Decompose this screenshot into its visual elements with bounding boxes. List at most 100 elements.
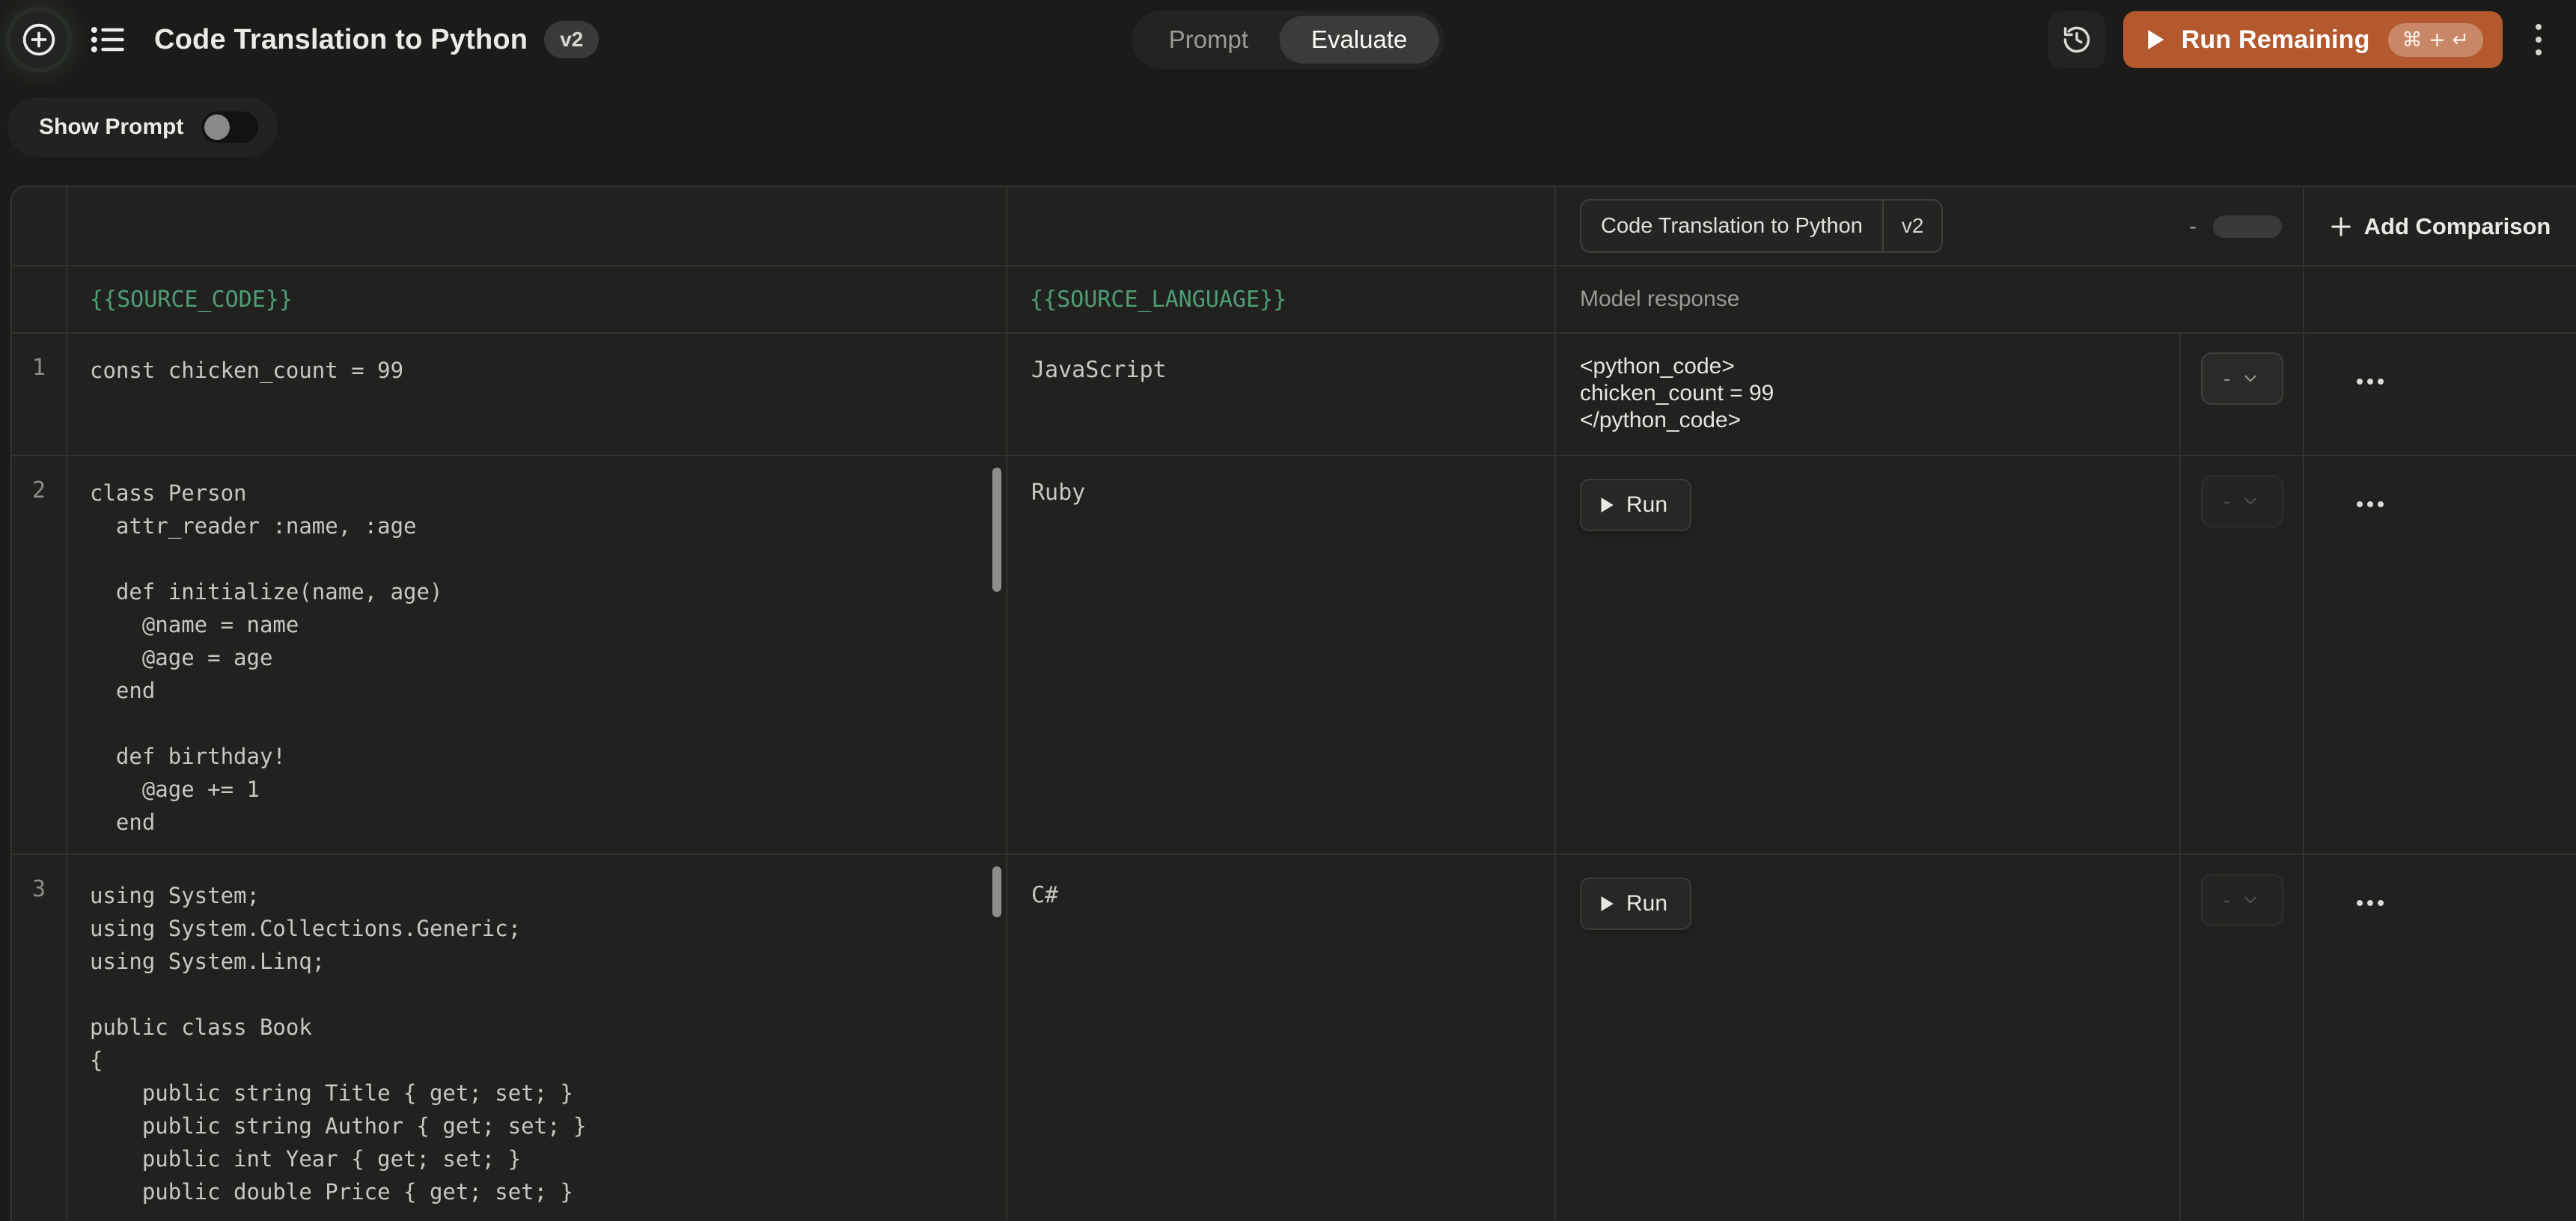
row-number: 3 bbox=[12, 855, 67, 1221]
source-language-value: JavaScript bbox=[1007, 334, 1554, 402]
play-icon bbox=[1599, 895, 1614, 913]
list-icon bbox=[88, 20, 127, 59]
grade-dropdown[interactable]: - bbox=[2201, 874, 2283, 926]
history-icon bbox=[2060, 23, 2093, 56]
prompt-version-cell: Code Translation to Python v2 - bbox=[1556, 187, 2304, 265]
source-code-header: {{SOURCE_CODE}} bbox=[67, 266, 1007, 332]
row-number: 2 bbox=[12, 456, 67, 854]
source-code-cell[interactable]: using System; using System.Collections.G… bbox=[67, 855, 1007, 1221]
scrollbar-thumb[interactable] bbox=[992, 866, 1001, 917]
kebab-dot bbox=[2536, 37, 2542, 43]
grade-dropdown[interactable]: - bbox=[2201, 475, 2283, 527]
grade-value: - bbox=[2224, 490, 2230, 513]
source-code-value: const chicken_count = 99 bbox=[67, 334, 1006, 402]
table-row: 2 class Person attr_reader :name, :age d… bbox=[12, 456, 2576, 855]
source-code-value: class Person attr_reader :name, :age def… bbox=[67, 456, 1006, 854]
ellipsis-dot bbox=[2378, 501, 2384, 507]
source-code-value: using System; using System.Collections.G… bbox=[67, 855, 1006, 1221]
table-row: 1 const chicken_count = 99 JavaScript <p… bbox=[12, 334, 2576, 456]
mode-tabs: Prompt Evaluate bbox=[1132, 10, 1444, 69]
row-menu-button[interactable] bbox=[2351, 894, 2390, 912]
more-options-button[interactable] bbox=[2528, 16, 2549, 63]
source-language-value: Ruby bbox=[1007, 456, 1554, 524]
version-badge: v2 bbox=[544, 21, 599, 58]
add-comparison-label: Add Comparison bbox=[2364, 213, 2551, 240]
row-menu-button[interactable] bbox=[2351, 495, 2390, 513]
row-actions-cell bbox=[2304, 855, 2576, 1221]
ellipsis-dot bbox=[2367, 379, 2373, 385]
prompt-version-selector[interactable]: Code Translation to Python v2 bbox=[1580, 199, 1943, 253]
model-response-cell: <python_code> chicken_count = 99 </pytho… bbox=[1556, 334, 2181, 455]
topbar: Code Translation to Python v2 Prompt Eva… bbox=[0, 0, 2576, 79]
history-button[interactable] bbox=[2048, 11, 2105, 68]
source-language-cell[interactable]: C# bbox=[1007, 855, 1556, 1221]
add-comparison-button[interactable]: Add Comparison bbox=[2304, 187, 2576, 265]
row-menu-button[interactable] bbox=[2351, 373, 2390, 391]
run-remaining-button[interactable]: Run Remaining ⌘ + ↵ bbox=[2123, 11, 2503, 68]
row-number-header bbox=[12, 266, 67, 332]
play-icon bbox=[2146, 28, 2165, 51]
source-code-variable: {{SOURCE_CODE}} bbox=[67, 266, 1006, 332]
model-response-cell: Run bbox=[1556, 456, 2181, 854]
add-icon bbox=[2330, 215, 2352, 238]
empty-header-cell bbox=[67, 187, 1007, 265]
model-response-value: <python_code> chicken_count = 99 </pytho… bbox=[1556, 334, 2179, 449]
run-row-button[interactable]: Run bbox=[1580, 878, 1691, 930]
new-item-button[interactable] bbox=[10, 11, 67, 68]
tab-evaluate[interactable]: Evaluate bbox=[1280, 16, 1438, 64]
toggle-knob bbox=[204, 114, 230, 140]
source-language-header: {{SOURCE_LANGUAGE}} bbox=[1007, 266, 1556, 332]
grade-cell: - bbox=[2181, 855, 2304, 1221]
prompt-version-number: v2 bbox=[1882, 201, 1942, 251]
keyboard-shortcut-badge: ⌘ + ↵ bbox=[2388, 23, 2483, 57]
kebab-dot bbox=[2536, 49, 2542, 55]
ellipsis-dot bbox=[2357, 900, 2363, 906]
model-response-header: Model response bbox=[1556, 266, 2304, 332]
run-row-button[interactable]: Run bbox=[1580, 479, 1691, 531]
row-actions-cell bbox=[2304, 334, 2576, 455]
add-comparison-cell: Add Comparison bbox=[2304, 187, 2576, 265]
source-language-variable: {{SOURCE_LANGUAGE}} bbox=[1007, 266, 1554, 332]
column-header-row: {{SOURCE_CODE}} {{SOURCE_LANGUAGE}} Mode… bbox=[12, 266, 2576, 334]
source-code-cell[interactable]: class Person attr_reader :name, :age def… bbox=[67, 456, 1007, 854]
prompt-list-button[interactable] bbox=[84, 16, 132, 64]
source-language-cell[interactable]: JavaScript bbox=[1007, 334, 1556, 455]
ellipsis-dot bbox=[2367, 900, 2373, 906]
grade-value: - bbox=[2224, 367, 2230, 391]
ellipsis-dot bbox=[2367, 501, 2373, 507]
source-code-cell[interactable]: const chicken_count = 99 bbox=[67, 334, 1007, 455]
source-language-cell[interactable]: Ruby bbox=[1007, 456, 1556, 854]
show-prompt-toggle[interactable] bbox=[201, 111, 258, 143]
tab-prompt[interactable]: Prompt bbox=[1138, 16, 1280, 64]
page-title: Code Translation to Python bbox=[154, 24, 528, 56]
grade-cell: - bbox=[2181, 334, 2304, 455]
model-response-cell: Run bbox=[1556, 855, 2181, 1221]
run-remaining-label: Run Remaining bbox=[2182, 25, 2370, 55]
average-score-area: - bbox=[2189, 187, 2282, 265]
play-icon bbox=[1599, 496, 1614, 514]
comparison-header-row: Code Translation to Python v2 - Add Comp… bbox=[12, 187, 2576, 266]
kebab-dot bbox=[2536, 24, 2542, 30]
ellipsis-dot bbox=[2357, 379, 2363, 385]
corner-cell bbox=[12, 187, 67, 265]
run-label: Run bbox=[1626, 891, 1667, 916]
grade-cell: - bbox=[2181, 456, 2304, 854]
table-row: 3 using System; using System.Collections… bbox=[12, 855, 2576, 1221]
chevron-down-icon bbox=[2241, 890, 2260, 910]
chevron-down-icon bbox=[2241, 492, 2260, 511]
show-prompt-label: Show Prompt bbox=[39, 114, 183, 140]
run-label: Run bbox=[1626, 492, 1667, 518]
show-prompt-control: Show Prompt bbox=[7, 97, 278, 157]
grade-dropdown[interactable]: - bbox=[2201, 352, 2283, 405]
scrollbar-thumb[interactable] bbox=[992, 468, 1001, 592]
score-placeholder-pill bbox=[2213, 215, 2282, 238]
row-number: 1 bbox=[12, 334, 67, 455]
row-actions-cell bbox=[2304, 456, 2576, 854]
ellipsis-dot bbox=[2378, 379, 2384, 385]
ellipsis-dot bbox=[2357, 501, 2363, 507]
source-language-value: C# bbox=[1007, 855, 1554, 927]
chevron-down-icon bbox=[2241, 369, 2260, 388]
average-score-value: - bbox=[2189, 214, 2197, 239]
grade-value: - bbox=[2224, 889, 2230, 912]
actions-header bbox=[2304, 266, 2576, 332]
